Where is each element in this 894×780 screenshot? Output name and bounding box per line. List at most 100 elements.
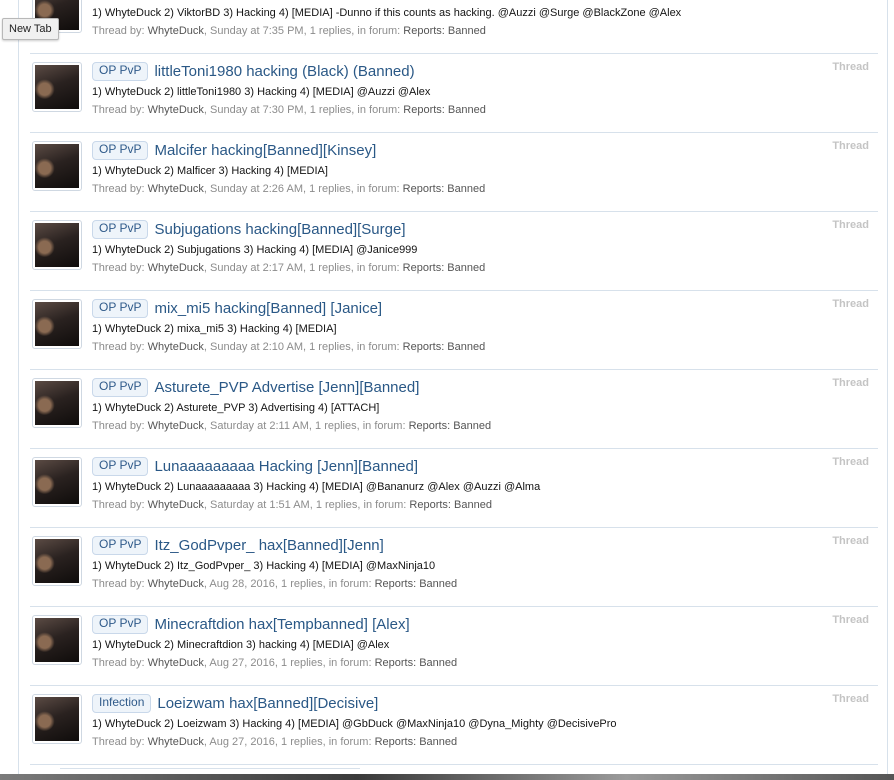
result-meta: Thread by: WhyteDuck, Sunday at 2:10 AM,… [92, 341, 486, 353]
thread-prefix-badge[interactable]: OP PvP [92, 140, 149, 160]
post-date: Saturday at 1:51 AM [210, 499, 310, 511]
post-date: Sunday at 7:30 PM [210, 104, 304, 116]
thread-title-link[interactable]: Malcifer hacking[Banned][Kinsey] [154, 142, 376, 159]
forum-link[interactable]: Reports: Banned [409, 420, 492, 432]
thread-by-label: Thread by: [92, 262, 145, 274]
author-link[interactable]: WhyteDuck [148, 420, 204, 432]
avatar-image [35, 460, 79, 504]
result-title-row: OP PvP mix_mi5 hacking[Banned] [Janice] [92, 298, 382, 318]
result-meta: Thread by: WhyteDuck, Saturday at 1:51 A… [92, 499, 492, 511]
thread-prefix-badge[interactable]: OP PvP [92, 377, 149, 397]
thread-title-link[interactable]: Loeizwam hax[Banned][Decisive] [157, 695, 378, 712]
forum-link[interactable]: Reports: Banned [403, 262, 486, 274]
post-date: Sunday at 2:17 AM [210, 262, 303, 274]
result-title-row: OP PvP Asturete_PVP Advertise [Jenn][Ban… [92, 377, 419, 397]
author-avatar[interactable] [32, 615, 82, 665]
author-link[interactable]: WhyteDuck [148, 183, 204, 195]
thread-prefix-badge[interactable]: OP PvP [92, 219, 149, 239]
thread-by-label: Thread by: [92, 499, 145, 511]
result-snippet: 1) WhyteDuck 2) Itz_GodPvper_ 3) Hacking… [92, 560, 436, 572]
forum-link[interactable]: Reports: Banned [403, 183, 486, 195]
author-link[interactable]: WhyteDuck [148, 578, 204, 590]
author-avatar[interactable] [32, 457, 82, 507]
thread-title-link[interactable]: Itz_GodPvper_ hax[Banned][Jenn] [154, 537, 383, 554]
thread-title-link[interactable]: mix_mi5 hacking[Banned] [Janice] [154, 300, 382, 317]
replies-label: replies, in forum: [290, 657, 372, 669]
author-link[interactable]: WhyteDuck [148, 262, 204, 274]
reply-count: 1 [309, 183, 316, 195]
content-type-label: Thread [832, 377, 869, 389]
forum-link[interactable]: Reports: Banned [403, 341, 486, 353]
result-snippet: 1) WhyteDuck 2) Loeizwam 3) Hacking 4) [… [92, 718, 617, 730]
forum-link[interactable]: Reports: Banned [403, 104, 486, 116]
thread-prefix-badge[interactable]: OP PvP [92, 614, 149, 634]
search-results-list: 1) WhyteDuck 2) ViktorBD 3) Hacking 4) [… [30, 0, 878, 765]
thread-title-link[interactable]: Minecraftdion hax[Tempbanned] [Alex] [154, 616, 409, 633]
search-result-item: OP PvP littleToni1980 hacking (Black) (B… [30, 54, 878, 133]
search-result-item: OP PvP Itz_GodPvper_ hax[Banned][Jenn] 1… [30, 528, 878, 607]
post-date: Sunday at 2:26 AM [210, 183, 303, 195]
result-meta: Thread by: WhyteDuck, Sunday at 2:17 AM,… [92, 262, 486, 274]
avatar-image [35, 223, 79, 267]
forum-link[interactable]: Reports: Banned [375, 736, 458, 748]
author-link[interactable]: WhyteDuck [148, 341, 204, 353]
author-avatar[interactable] [32, 694, 82, 744]
replies-label: replies, in forum: [318, 104, 401, 116]
result-title-row: OP PvP littleToni1980 hacking (Black) (B… [92, 61, 415, 81]
author-avatar[interactable] [32, 220, 82, 270]
replies-label: replies, in forum: [290, 736, 372, 748]
author-link[interactable]: WhyteDuck [148, 736, 204, 748]
author-avatar[interactable] [32, 536, 82, 586]
result-title-row: OP PvP Minecraftdion hax[Tempbanned] [Al… [92, 614, 410, 634]
author-link[interactable]: WhyteDuck [148, 25, 204, 37]
result-snippet: 1) WhyteDuck 2) ViktorBD 3) Hacking 4) [… [92, 7, 682, 19]
result-title-row: OP PvP Lunaaaaaaaaa Hacking [Jenn][Banne… [92, 456, 418, 476]
forum-link[interactable]: Reports: Banned [375, 657, 458, 669]
search-result-item: 1) WhyteDuck 2) ViktorBD 3) Hacking 4) [… [30, 0, 878, 54]
avatar-image [35, 381, 79, 425]
thread-prefix-badge[interactable]: OP PvP [92, 535, 149, 555]
author-link[interactable]: WhyteDuck [148, 104, 204, 116]
thread-prefix-badge[interactable]: Infection [92, 693, 152, 713]
thread-prefix-badge[interactable]: OP PvP [92, 61, 149, 81]
thread-title-link[interactable]: Asturete_PVP Advertise [Jenn][Banned] [154, 379, 419, 396]
search-result-item: OP PvP Malcifer hacking[Banned][Kinsey] … [30, 133, 878, 212]
author-link[interactable]: WhyteDuck [148, 499, 204, 511]
reply-count: 1 [281, 736, 288, 748]
result-meta: Thread by: WhyteDuck, Aug 27, 2016, 1 re… [92, 736, 458, 748]
forum-link[interactable]: Reports: Banned [375, 578, 458, 590]
thread-title-link[interactable]: Lunaaaaaaaaa Hacking [Jenn][Banned] [154, 458, 418, 475]
author-avatar[interactable] [32, 378, 82, 428]
thread-by-label: Thread by: [92, 183, 145, 195]
thread-title-link[interactable]: Subjugations hacking[Banned][Surge] [154, 221, 405, 238]
avatar-image [35, 65, 79, 109]
reply-count: 1 [281, 657, 288, 669]
content-type-label: Thread [832, 61, 869, 73]
content-type-label: Thread [832, 614, 869, 626]
result-snippet: 1) WhyteDuck 2) littleToni1980 3) Hackin… [92, 86, 431, 98]
result-title-row: OP PvP Subjugations hacking[Banned][Surg… [92, 219, 405, 239]
author-avatar[interactable] [32, 62, 82, 112]
reply-count: 1 [309, 262, 316, 274]
author-link[interactable]: WhyteDuck [148, 657, 204, 669]
replies-label: replies, in forum: [318, 183, 400, 195]
post-date: Aug 27, 2016 [209, 657, 275, 669]
thread-by-label: Thread by: [92, 420, 145, 432]
author-avatar[interactable] [32, 141, 82, 191]
content-type-label: Thread [832, 535, 869, 547]
thread-prefix-badge[interactable]: OP PvP [92, 456, 149, 476]
avatar-image [35, 539, 79, 583]
thread-prefix-badge[interactable]: OP PvP [92, 298, 149, 318]
avatar-image [35, 697, 79, 741]
search-result-item: OP PvP Lunaaaaaaaaa Hacking [Jenn][Banne… [30, 449, 878, 528]
thread-title-link[interactable]: littleToni1980 hacking (Black) (Banned) [154, 63, 414, 80]
avatar-image [35, 302, 79, 346]
forum-link[interactable]: Reports: Banned [403, 25, 486, 37]
avatar-image [35, 618, 79, 662]
search-result-item: OP PvP Minecraftdion hax[Tempbanned] [Al… [30, 607, 878, 686]
result-snippet: 1) WhyteDuck 2) mixa_mi5 3) Hacking 4) [… [92, 323, 337, 335]
author-avatar[interactable] [32, 299, 82, 349]
reply-count: 1 [281, 578, 288, 590]
forum-link[interactable]: Reports: Banned [409, 499, 492, 511]
result-snippet: 1) WhyteDuck 2) Malficer 3) Hacking 4) [… [92, 165, 328, 177]
